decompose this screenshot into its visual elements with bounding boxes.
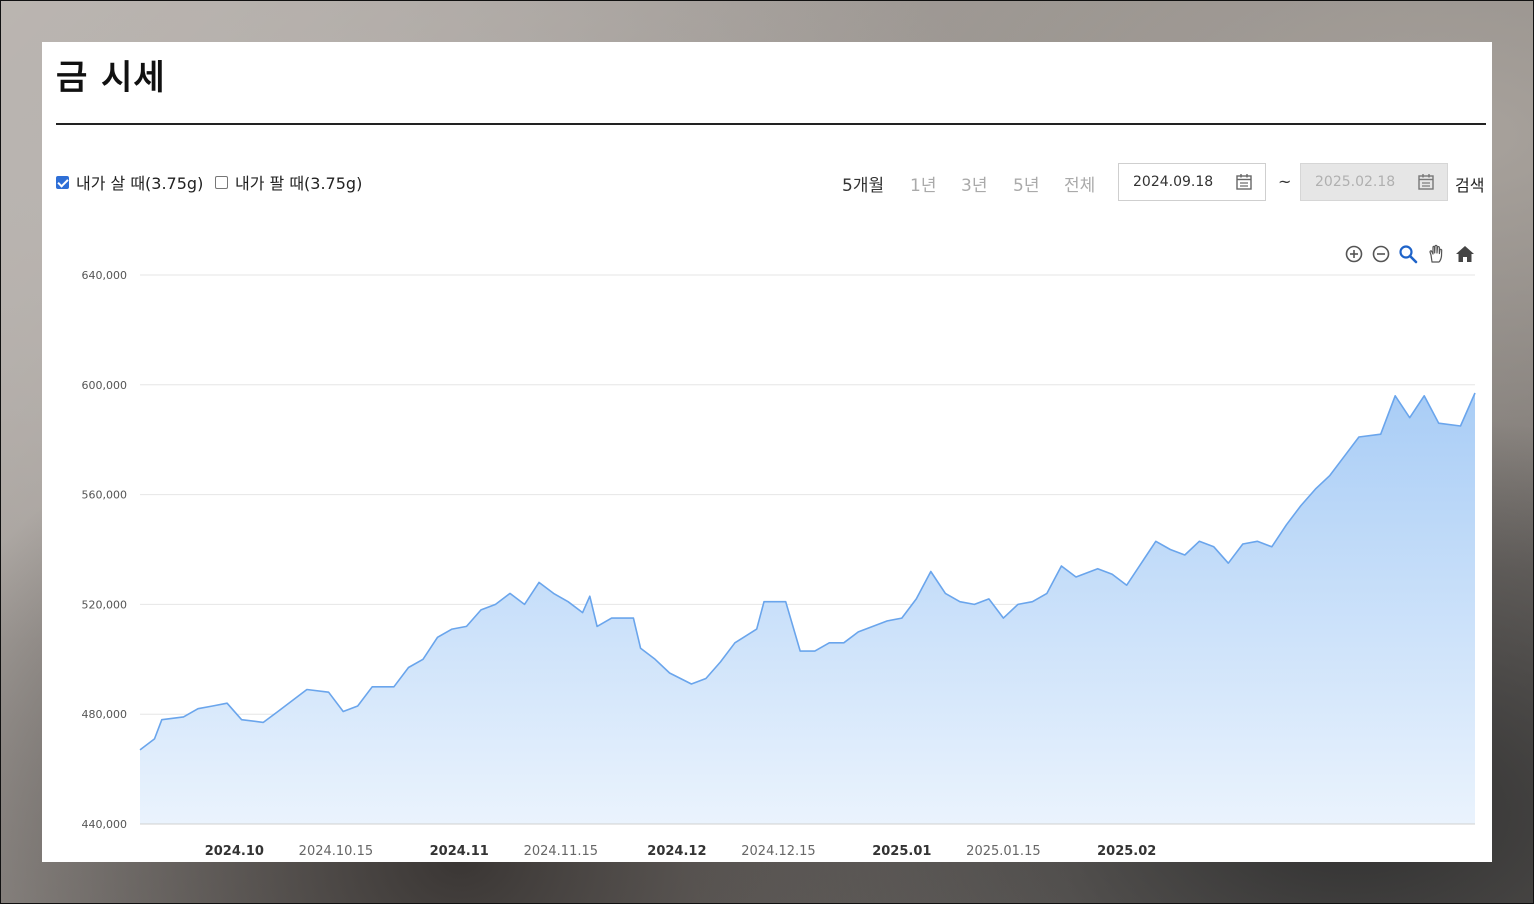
x-tick-label: 2024.11 (430, 844, 489, 859)
gold-price-panel: 금 시세 내가 살 때(3.75g) 내가 팔 때(3.75g) 5개월 1년 … (42, 42, 1492, 862)
y-tick-label: 480,000 (82, 708, 128, 721)
x-tick-label: 2024.12.15 (741, 844, 815, 859)
y-tick-label: 600,000 (82, 379, 128, 392)
x-tick-label: 2024.11.15 (524, 844, 598, 859)
y-tick-label: 440,000 (82, 818, 128, 831)
price-area-fill (140, 393, 1475, 824)
x-tick-label: 2024.10.15 (299, 844, 373, 859)
y-tick-label: 560,000 (82, 489, 128, 502)
y-tick-label: 520,000 (82, 598, 128, 611)
x-tick-label: 2025.02 (1097, 844, 1156, 859)
x-tick-label: 2025.01.15 (966, 844, 1040, 859)
x-tick-label: 2024.10 (205, 844, 264, 859)
price-area-series (139, 392, 1476, 825)
x-tick-label: 2024.12 (647, 844, 706, 859)
gold-price-chart: 440,000 480,000 520,000 560,000 600,000 640,0… (82, 269, 1476, 859)
y-axis-labels: 440,000 480,000 520,000 560,000 600,000 640,0… (82, 269, 128, 831)
x-axis-labels: 2024.10 2024.10.15 2024.11 2024.11.15 2024.1… (205, 844, 1157, 859)
x-tick-label: 2025.01 (872, 844, 931, 859)
y-tick-label: 640,000 (82, 269, 128, 282)
